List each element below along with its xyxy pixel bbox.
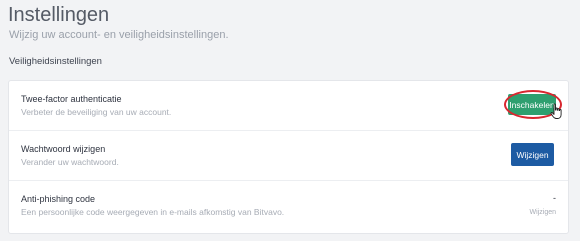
change-anti-phishing-link[interactable]: Wijzigen	[530, 209, 556, 216]
settings-row-password: Wachtwoord wijzigen Verander uw wachtwoo…	[9, 131, 568, 181]
anti-phishing-description: Een persoonlijke code weergegeven in e-m…	[21, 207, 285, 217]
password-title: Wachtwoord wijzigen	[21, 144, 106, 154]
security-settings-card: Twee-factor authenticatie Verbeter de be…	[8, 80, 569, 234]
anti-phishing-value: -	[553, 193, 556, 203]
anti-phishing-title: Anti-phishing code	[21, 194, 96, 204]
hand-cursor-icon	[550, 103, 562, 119]
enable-two-factor-button[interactable]: Inschakelen	[508, 94, 556, 115]
settings-row-two-factor: Twee-factor authenticatie Verbeter de be…	[9, 81, 568, 131]
password-description: Verander uw wachtwoord.	[21, 157, 119, 167]
page-title: Instellingen	[8, 4, 110, 26]
settings-row-anti-phishing: Anti-phishing code Een persoonlijke code…	[9, 181, 568, 233]
page-subtitle: Wijzig uw account- en veiligheidsinstell…	[9, 29, 229, 41]
change-password-button[interactable]: Wijzigen	[511, 143, 554, 166]
section-title: Veiligheidsinstellingen	[9, 56, 102, 67]
two-factor-title: Twee-factor authenticatie	[21, 94, 122, 104]
two-factor-description: Verbeter de beveiliging van uw account.	[21, 107, 172, 117]
